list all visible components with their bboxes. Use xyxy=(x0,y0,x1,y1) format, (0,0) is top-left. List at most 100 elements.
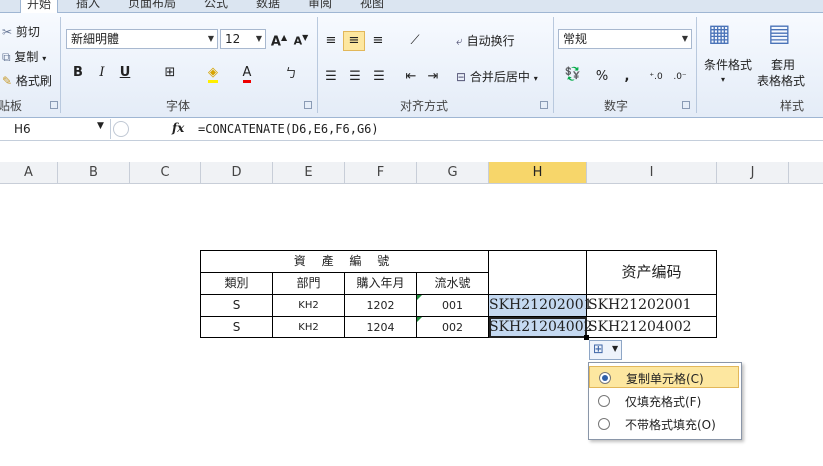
align-bottom-button[interactable]: ≡ xyxy=(369,32,387,50)
cell-d6[interactable]: S xyxy=(201,317,273,338)
cell-e6[interactable]: KH2 xyxy=(273,317,345,338)
align-center-button[interactable]: ☰ xyxy=(346,68,364,86)
column-header-c[interactable]: C xyxy=(130,162,201,184)
auto-fill-options-button[interactable]: ⊞ ▼ xyxy=(589,340,622,360)
cell-g5[interactable]: 001 xyxy=(417,295,489,317)
cell-h-blank[interactable] xyxy=(489,251,587,295)
font-launcher-icon[interactable] xyxy=(304,101,312,109)
cell-h5[interactable]: SKH21202001 xyxy=(489,295,593,317)
name-box[interactable]: H6 ▼ xyxy=(0,119,111,139)
increase-indent-button[interactable]: ⇥ xyxy=(424,68,442,86)
header-cell-department[interactable]: 部門 xyxy=(273,273,345,295)
accounting-format-button[interactable]: 💱 xyxy=(560,66,586,84)
insert-function-button[interactable]: fx xyxy=(172,121,184,135)
radio-icon xyxy=(598,418,610,430)
tab-insert[interactable]: 插入 xyxy=(76,0,100,12)
cell-i6[interactable]: SKH21204002 xyxy=(587,317,717,338)
comma-style-button[interactable]: , xyxy=(620,68,634,86)
number-format-combo[interactable]: 常规 ▼ xyxy=(558,29,692,49)
asset-table: 資 產 編 號 资产编码 類別 部門 購入年月 流水號 S KH2 1202 0… xyxy=(200,250,717,340)
tab-review[interactable]: 审阅 xyxy=(308,0,332,12)
cut-button[interactable]: ✂ 剪切 xyxy=(2,23,40,40)
font-name-combo[interactable]: 新細明體 ▼ xyxy=(66,29,218,49)
font-size-combo[interactable]: 12 ▼ xyxy=(220,29,266,49)
formula-input[interactable]: =CONCATENATE(D6,E6,F6,G6) xyxy=(198,122,379,136)
cell-i5[interactable]: SKH21202001 xyxy=(587,295,717,317)
decrease-decimal-icon: .0⁻ xyxy=(673,72,687,82)
tab-home[interactable]: 开始 xyxy=(20,0,59,13)
menu-item-fill-formatting-only[interactable]: 仅填充格式(F) xyxy=(589,390,739,412)
align-bottom-icon: ≡ xyxy=(372,33,384,48)
column-header-e[interactable]: E xyxy=(273,162,345,184)
italic-button[interactable]: I xyxy=(94,64,110,82)
tab-data[interactable]: 数据 xyxy=(256,0,280,12)
column-header-b[interactable]: B xyxy=(58,162,130,184)
format-painter-button[interactable]: ✎ 格式刷 xyxy=(2,72,52,89)
cell-e5[interactable]: KH2 xyxy=(273,295,345,317)
wrap-text-button[interactable]: ⤶ 自动换行 xyxy=(456,32,515,49)
copy-button[interactable]: ⧉ 复制 ▾ xyxy=(2,48,46,65)
chevron-down-icon: ▼ xyxy=(612,344,619,353)
align-top-button[interactable]: ≡ xyxy=(322,32,340,50)
conditional-format-label: 条件格式 xyxy=(704,58,753,72)
menu-item-copy-cells[interactable]: 复制单元格(C) xyxy=(589,366,739,388)
column-header-f[interactable]: F xyxy=(345,162,417,184)
styles-group-label: 样式 xyxy=(780,99,805,113)
column-header-a[interactable]: A xyxy=(0,162,58,184)
align-left-icon: ☰ xyxy=(325,69,337,84)
align-right-icon: ☰ xyxy=(373,69,385,84)
column-header-i[interactable]: I xyxy=(587,162,717,184)
asset-code-header-cell[interactable]: 资产编码 xyxy=(587,251,717,295)
align-right-button[interactable]: ☰ xyxy=(370,68,388,86)
header-cell-category[interactable]: 類別 xyxy=(201,273,273,295)
column-header-k[interactable] xyxy=(789,162,823,184)
cancel-formula-icon[interactable] xyxy=(113,121,129,137)
ribbon: ✂ 剪切 ⧉ 复制 ▾ ✎ 格式刷 剪贴板 新細明體▼ 12▼ A▲ A▼ B … xyxy=(0,13,823,118)
column-header-d[interactable]: D xyxy=(201,162,273,184)
copy-icon: ⧉ xyxy=(2,50,11,64)
increase-decimal-button[interactable]: ⁺.0 xyxy=(646,68,666,86)
cell-g6[interactable]: 002 xyxy=(417,317,489,338)
menu-item-fill-without-formatting[interactable]: 不带格式填充(O) xyxy=(589,413,739,435)
percent-style-button[interactable]: % xyxy=(594,68,610,86)
shrink-font-button[interactable]: A▼ xyxy=(292,29,310,51)
merge-center-button[interactable]: ⊟ 合并后居中 ▾ xyxy=(456,68,538,85)
font-color-button[interactable]: A xyxy=(236,64,258,83)
table-title-cell[interactable]: 資 產 編 號 xyxy=(201,251,489,273)
tab-page-layout[interactable]: 页面布局 xyxy=(128,0,176,12)
table-style-icon: ▤ xyxy=(768,19,791,47)
cell-h6-active[interactable]: SKH21204002 xyxy=(489,317,593,338)
border-grid-icon: ⊞ xyxy=(164,65,176,80)
format-as-table-button[interactable]: ▤ xyxy=(768,19,800,51)
cell-f6[interactable]: 1204 xyxy=(345,317,417,338)
fill-color-button[interactable]: ◈ xyxy=(202,64,224,83)
column-header-j[interactable]: J xyxy=(717,162,789,184)
orientation-button[interactable]: ⟋ xyxy=(403,32,427,50)
column-header-g[interactable]: G xyxy=(417,162,489,184)
alignment-launcher-icon[interactable] xyxy=(540,101,548,109)
phonetic-button[interactable]: ㄅ xyxy=(278,64,304,82)
header-cell-serial[interactable]: 流水號 xyxy=(417,273,489,295)
number-launcher-icon[interactable] xyxy=(682,101,690,109)
borders-button[interactable]: ⊞ xyxy=(160,64,180,82)
group-divider xyxy=(553,17,554,113)
error-indicator-icon xyxy=(417,295,422,300)
decrease-decimal-button[interactable]: .0⁻ xyxy=(670,68,690,86)
brush-icon: ✎ xyxy=(2,74,13,88)
conditional-format-button[interactable]: ▦ xyxy=(708,19,740,51)
bold-button[interactable]: B xyxy=(70,64,86,82)
clipboard-group-label: 剪贴板 xyxy=(0,99,23,113)
grow-font-button[interactable]: A▲ xyxy=(270,29,288,51)
align-middle-button[interactable]: ≡ xyxy=(343,31,365,51)
underline-button[interactable]: U xyxy=(117,64,133,82)
cell-f5[interactable]: 1202 xyxy=(345,295,417,317)
tab-formulas[interactable]: 公式 xyxy=(204,0,228,12)
clipboard-launcher-icon[interactable] xyxy=(50,101,58,109)
cell-d5[interactable]: S xyxy=(201,295,273,317)
decrease-indent-button[interactable]: ⇤ xyxy=(402,68,420,86)
column-header-h[interactable]: H xyxy=(489,162,587,184)
header-cell-purchase-date[interactable]: 購入年月 xyxy=(345,273,417,295)
conditional-format-icon: ▦ xyxy=(708,19,731,47)
align-left-button[interactable]: ☰ xyxy=(322,68,340,86)
tab-view[interactable]: 视图 xyxy=(360,0,384,12)
